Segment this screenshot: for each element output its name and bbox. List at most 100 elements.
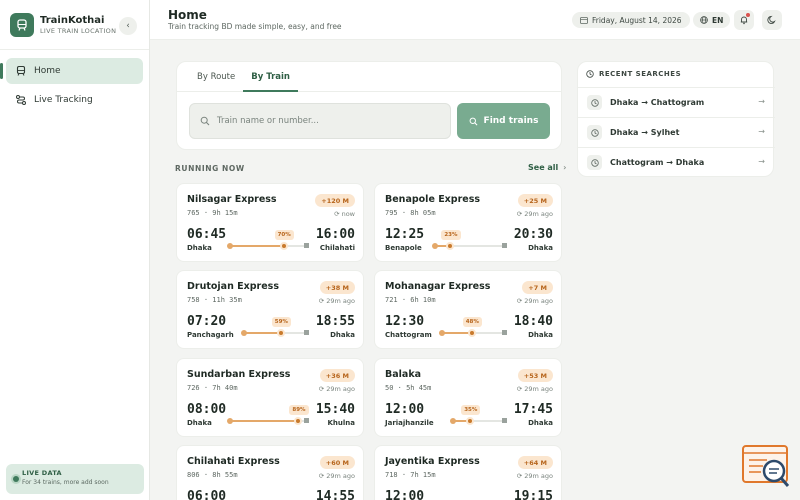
origin-marker bbox=[439, 330, 445, 336]
destination-marker bbox=[502, 418, 507, 423]
arrow-right-icon: → bbox=[758, 97, 765, 106]
train-meta: 806 · 8h 55m bbox=[187, 471, 238, 479]
last-updated-text: 29m ago bbox=[524, 472, 553, 480]
train-meta: 50 · 5h 45m bbox=[385, 384, 432, 392]
tab-by-route[interactable]: By Route bbox=[189, 62, 243, 91]
train-meta: 795 · 8h 05m bbox=[385, 209, 436, 217]
origin-marker bbox=[227, 418, 233, 424]
arrow-right-icon: → bbox=[758, 127, 765, 136]
origin-station: Panchagarh bbox=[187, 331, 234, 339]
departure-time: 06:00 bbox=[187, 489, 227, 500]
sidebar-item-label: Home bbox=[34, 66, 61, 76]
train-search-input[interactable]: Train name or number... bbox=[189, 103, 451, 139]
progress-track: 23% bbox=[432, 230, 507, 250]
departure-time: 08:00 bbox=[187, 402, 227, 417]
recent-search-item[interactable]: Dhaka → Chattogram → bbox=[578, 87, 775, 117]
history-icon bbox=[587, 155, 602, 170]
recent-search-item[interactable]: Chattogram → Dhaka → bbox=[578, 147, 775, 177]
theme-toggle-button[interactable] bbox=[762, 10, 782, 30]
delay-badge: +64 M bbox=[517, 456, 553, 469]
arrival-time: 17:45 bbox=[513, 402, 553, 417]
train-card[interactable]: Chilahati Express 806 · 8h 55m +60 M ⟳ 29m … bbox=[176, 445, 364, 500]
see-all-link[interactable]: See all › bbox=[528, 163, 566, 172]
train-name: Chilahati Express bbox=[187, 456, 280, 467]
tab-by-train[interactable]: By Train bbox=[243, 62, 298, 92]
train-meta: 718 · 7h 15m bbox=[385, 471, 436, 479]
search-tabs: By Route By Train bbox=[177, 62, 561, 92]
search-placeholder: Train name or number... bbox=[217, 116, 319, 126]
last-updated-text: 29m ago bbox=[524, 385, 553, 393]
last-updated: ⟳ now bbox=[334, 210, 355, 218]
sidebar-item-live-tracking[interactable]: Live Tracking bbox=[6, 87, 143, 113]
live-data-title: LIVE DATA bbox=[22, 469, 62, 477]
delay-badge: +7 M bbox=[522, 281, 553, 294]
language-label: EN bbox=[712, 15, 724, 25]
train-position-marker bbox=[466, 417, 475, 425]
train-card[interactable]: Nilsagar Express 765 · 9h 15m +120 M ⟳ now 0… bbox=[176, 183, 364, 262]
route-icon bbox=[15, 94, 27, 106]
train-meta: 758 · 11h 35m bbox=[187, 296, 242, 304]
train-card[interactable]: Mohanagar Express 721 · 6h 10m +7 M ⟳ 29m a… bbox=[374, 270, 562, 349]
running-now-title: RUNNING NOW bbox=[175, 164, 245, 173]
departure-time: 12:00 bbox=[385, 402, 425, 417]
progress-percent: 23% bbox=[441, 230, 461, 240]
train-position-marker bbox=[446, 242, 455, 250]
last-updated-text: 29m ago bbox=[326, 385, 355, 393]
destination-marker bbox=[304, 243, 309, 248]
destination-station: Khulna bbox=[327, 419, 356, 427]
recent-search-item[interactable]: Dhaka → Sylhet → bbox=[578, 117, 775, 147]
page-title: Home bbox=[168, 8, 207, 22]
notifications-button[interactable] bbox=[734, 10, 754, 30]
last-updated-text: 29m ago bbox=[326, 297, 355, 305]
train-card[interactable]: Drutojan Express 758 · 11h 35m +38 M ⟳ 29m … bbox=[176, 270, 364, 349]
find-trains-label: Find trains bbox=[483, 116, 539, 126]
header: Home Train tracking BD made simple, easy… bbox=[150, 0, 800, 40]
live-data-subtitle: For 34 trains, more add soon bbox=[22, 479, 109, 486]
origin-marker bbox=[241, 330, 247, 336]
recent-search-label: Chattogram → Dhaka bbox=[610, 158, 705, 167]
progress-track: 35% bbox=[449, 405, 507, 425]
departure-time: 12:00 bbox=[385, 489, 425, 500]
train-logo-icon bbox=[10, 12, 34, 37]
language-switcher[interactable]: EN bbox=[693, 12, 731, 28]
arrow-right-icon: → bbox=[758, 157, 765, 166]
train-name: Sundarban Express bbox=[187, 369, 291, 380]
destination-marker bbox=[502, 243, 507, 248]
progress-percent: 70% bbox=[274, 230, 294, 240]
train-card[interactable]: Sundarban Express 726 · 7h 40m +36 M ⟳ 29m … bbox=[176, 358, 364, 437]
train-position-marker bbox=[467, 329, 476, 337]
notification-dot bbox=[746, 13, 750, 17]
recent-searches-title: RECENT SEARCHES bbox=[586, 70, 681, 78]
origin-station: Chattogram bbox=[385, 331, 432, 339]
progress-fill bbox=[229, 420, 299, 422]
history-icon bbox=[587, 125, 602, 140]
sidebar-item-home[interactable]: Home bbox=[0, 58, 143, 84]
progress-percent: 89% bbox=[289, 405, 309, 415]
origin-station: Benapole bbox=[385, 244, 422, 252]
destination-marker bbox=[502, 330, 507, 335]
train-card[interactable]: Jayentika Express 718 · 7h 15m +64 M ⟳ 29m … bbox=[374, 445, 562, 500]
destination-marker bbox=[304, 418, 309, 423]
search-icon bbox=[200, 116, 210, 126]
chevron-left-icon: ‹ bbox=[126, 21, 130, 31]
collapse-sidebar-button[interactable]: ‹ bbox=[119, 17, 137, 35]
train-name: Mohanagar Express bbox=[385, 281, 491, 292]
train-name: Jayentika Express bbox=[385, 456, 480, 467]
last-updated: ⟳ 29m ago bbox=[517, 385, 553, 393]
live-indicator-icon bbox=[13, 476, 19, 482]
origin-station: Jariajhanzile bbox=[385, 419, 434, 427]
sidebar-nav: Home Live Tracking bbox=[0, 50, 149, 113]
destination-station: Dhaka bbox=[528, 419, 553, 427]
search-widget-icon[interactable] bbox=[741, 444, 791, 490]
last-updated: ⟳ 29m ago bbox=[517, 472, 553, 480]
find-trains-button[interactable]: Find trains bbox=[457, 103, 550, 139]
train-meta: 721 · 6h 10m bbox=[385, 296, 436, 304]
last-updated-text: 29m ago bbox=[524, 210, 553, 218]
delay-badge: +53 M bbox=[517, 369, 553, 382]
train-name: Benapole Express bbox=[385, 194, 481, 205]
train-card[interactable]: Benapole Express 795 · 8h 05m +25 M ⟳ 29m a… bbox=[374, 183, 562, 262]
search-icon bbox=[469, 117, 478, 126]
recent-search-label: Dhaka → Chattogram bbox=[610, 98, 705, 107]
train-card[interactable]: Balaka 50 · 5h 45m +53 M ⟳ 29m ago 12:00 17:4… bbox=[374, 358, 562, 437]
arrival-time: 14:55 bbox=[315, 489, 355, 500]
